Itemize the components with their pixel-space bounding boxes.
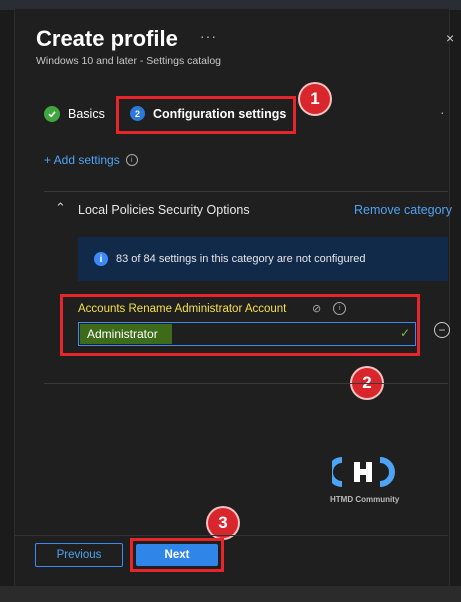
remove-setting-icon[interactable]: − [434, 322, 450, 338]
page-subtitle: Windows 10 and later - Settings catalog [36, 55, 222, 67]
category-title: Local Policies Security Options [78, 203, 250, 217]
info-icon[interactable]: i [125, 154, 138, 166]
annotation-box-3 [130, 538, 224, 572]
divider [44, 383, 448, 384]
bottom-strip [0, 586, 461, 602]
info-banner: i 83 of 84 settings in this category are… [78, 237, 448, 281]
add-settings-link[interactable]: + Add settings i [44, 153, 138, 167]
htmd-logo-icon [327, 452, 402, 497]
info-circle-icon: i [94, 252, 108, 266]
annotation-box-2 [60, 294, 420, 356]
previous-button[interactable]: Previous [35, 543, 123, 567]
chevron-up-icon[interactable]: ⌃ [55, 200, 66, 216]
tab-basics-label: Basics [68, 107, 105, 121]
watermark-text: HTMD Community [330, 495, 400, 504]
checkmark-icon [44, 106, 60, 122]
close-icon[interactable]: × [446, 30, 454, 46]
tab-basics[interactable]: Basics [44, 106, 105, 122]
add-settings-label: + Add settings [44, 153, 120, 167]
annotation-badge-1: 1 [300, 84, 330, 114]
remove-category-link[interactable]: Remove category [354, 203, 452, 217]
annotation-badge-3: 3 [208, 508, 238, 538]
page-title: Create profile [36, 26, 178, 51]
overflow-dot-icon: · [440, 104, 445, 120]
annotation-box-1 [116, 96, 296, 134]
more-options-icon[interactable]: ··· [200, 28, 217, 44]
footer-divider [14, 535, 448, 536]
info-banner-text: 83 of 84 settings in this category are n… [116, 253, 366, 265]
divider [44, 191, 448, 192]
